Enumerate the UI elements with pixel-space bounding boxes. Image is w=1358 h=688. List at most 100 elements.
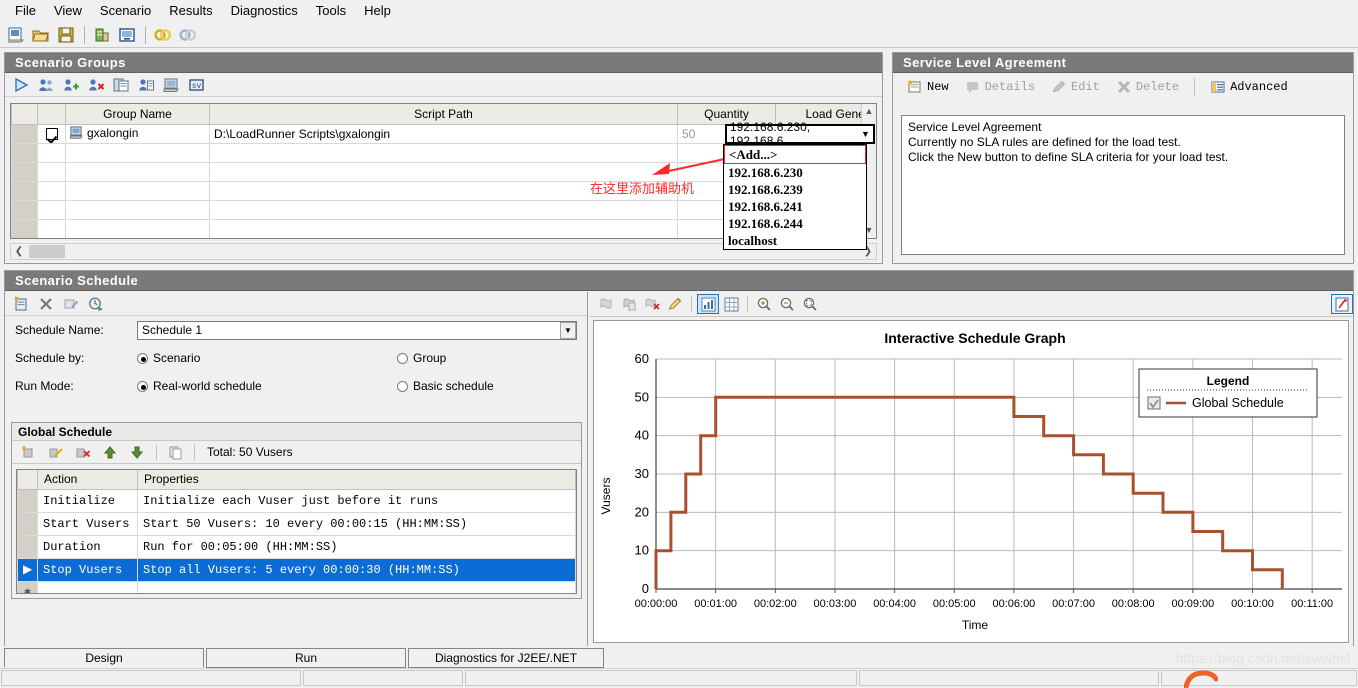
tab-run[interactable]: Run <box>206 648 406 668</box>
cell-script-path[interactable]: D:\LoadRunner Scripts\gxalongin <box>209 123 678 144</box>
scenario-groups-icon[interactable] <box>115 24 139 46</box>
vusers-icon[interactable] <box>34 74 58 96</box>
menu-item-tools[interactable]: Tools <box>307 1 355 20</box>
menu-item-results[interactable]: Results <box>160 1 221 20</box>
dropdown-option-241[interactable]: 192.168.6.241 <box>724 198 866 215</box>
copy-icon[interactable] <box>163 441 187 463</box>
properties-cell[interactable]: Start 50 Vusers: 10 every 00:00:15 (HH:M… <box>137 511 576 536</box>
paste-graph-icon[interactable] <box>618 294 640 314</box>
chevron-down-icon[interactable]: ▼ <box>560 321 576 339</box>
sla-advanced-button[interactable]: Advanced <box>1204 78 1294 96</box>
table-row[interactable]: Initialize Initialize each Vuser just be… <box>17 488 576 513</box>
remove-group-icon[interactable] <box>84 74 108 96</box>
cell-group-name[interactable] <box>65 237 210 238</box>
expand-graph-icon[interactable] <box>1331 294 1353 314</box>
row-marker-new[interactable]: ✱ <box>17 580 38 593</box>
table-row-new[interactable]: ✱ <box>17 580 576 593</box>
load-generators-combo[interactable]: 192.168.6.230, 192.168.6 ▼ <box>725 120 875 148</box>
interactive-schedule-graph[interactable]: Interactive Schedule Graph 0 10 20 30 40 50 60… <box>593 320 1349 643</box>
action-cell[interactable] <box>37 580 138 593</box>
run-icon[interactable] <box>9 74 33 96</box>
script-details-icon[interactable] <box>134 74 158 96</box>
rename-schedule-icon[interactable] <box>59 293 83 315</box>
global-schedule-grid[interactable]: Action Properties Initialize Initialize … <box>16 469 577 594</box>
delete-graph-icon[interactable] <box>641 294 663 314</box>
delete-action-icon[interactable] <box>71 441 95 463</box>
table-row[interactable]: Start Vusers Start 50 Vusers: 10 every 0… <box>17 511 576 536</box>
menu-item-help[interactable]: Help <box>355 1 400 20</box>
radio-run-mode-basic[interactable]: Basic schedule <box>397 379 494 393</box>
tab-diagnostics[interactable]: Diagnostics for J2EE/.NET <box>408 648 604 668</box>
new-scenario-icon[interactable] <box>4 24 28 46</box>
checkbox-icon[interactable] <box>45 128 58 141</box>
action-cell[interactable]: Initialize <box>37 488 138 513</box>
dropdown-option-239[interactable]: 192.168.6.239 <box>724 181 866 198</box>
zoom-out-icon[interactable] <box>776 294 798 314</box>
load-generators-icon[interactable] <box>90 24 114 46</box>
properties-cell[interactable]: Initialize each Vuser just before it run… <box>137 488 576 513</box>
gs-col-action[interactable]: Action <box>37 470 138 490</box>
radio-icon[interactable] <box>397 352 408 364</box>
properties-cell[interactable] <box>137 580 576 593</box>
cell-group-name[interactable] <box>65 180 210 201</box>
cell-script-path[interactable] <box>209 142 678 163</box>
cell-enabled[interactable] <box>37 237 66 238</box>
radio-icon[interactable] <box>137 380 148 392</box>
radio-run-mode-realworld[interactable]: Real-world schedule <box>137 379 397 393</box>
action-cell[interactable]: Duration <box>37 534 138 559</box>
row-handle[interactable] <box>11 142 38 163</box>
cell-group-name[interactable] <box>65 161 210 182</box>
scroll-left-icon[interactable]: ❮ <box>11 246 27 257</box>
row-handle[interactable] <box>11 123 38 144</box>
cell-enabled[interactable] <box>37 161 66 182</box>
scroll-up-icon[interactable]: ▲ <box>862 104 876 119</box>
load-generators-dropdown-list[interactable]: <Add...> 192.168.6.230 192.168.6.239 192… <box>723 144 867 250</box>
row-handle[interactable] <box>11 199 38 220</box>
copy-graph-icon[interactable] <box>595 294 617 314</box>
radio-icon[interactable] <box>137 352 148 364</box>
cell-enabled[interactable] <box>37 218 66 238</box>
new-schedule-icon[interactable] <box>9 293 33 315</box>
zoom-in-icon[interactable] <box>753 294 775 314</box>
menu-item-file[interactable]: File <box>6 1 45 20</box>
save-scenario-icon[interactable] <box>54 24 78 46</box>
move-down-icon[interactable] <box>125 441 149 463</box>
table-row[interactable]: Duration Run for 00:05:00 (HH:MM:SS) <box>17 534 576 559</box>
cell-group-name[interactable] <box>65 199 210 220</box>
stop-scenario-icon[interactable] <box>176 24 200 46</box>
add-group-icon[interactable] <box>59 74 83 96</box>
radio-schedule-by-group[interactable]: Group <box>397 351 446 365</box>
bar-view-icon[interactable] <box>697 294 719 314</box>
generators-icon[interactable] <box>159 74 183 96</box>
delete-schedule-icon[interactable] <box>34 293 58 315</box>
menu-item-diagnostics[interactable]: Diagnostics <box>222 1 307 20</box>
row-enabled-checkbox[interactable] <box>37 123 66 144</box>
edit-action-icon[interactable] <box>44 441 68 463</box>
cell-group-name[interactable] <box>65 218 210 238</box>
cell-script-path[interactable] <box>209 199 678 220</box>
col-group-name[interactable]: Group Name <box>65 104 210 125</box>
chart-legend[interactable]: Legend Global Schedule <box>1138 368 1318 418</box>
schedule-name-input[interactable]: Schedule 1 ▼ <box>137 320 577 340</box>
col-script-path[interactable]: Script Path <box>209 104 678 125</box>
sla-edit-button[interactable]: Edit <box>1045 78 1106 96</box>
pencil-edit-icon[interactable] <box>664 294 686 314</box>
dropdown-option-230[interactable]: 192.168.6.230 <box>724 164 866 181</box>
open-scenario-icon[interactable] <box>29 24 53 46</box>
radio-icon[interactable] <box>397 380 408 392</box>
gs-col-properties[interactable]: Properties <box>137 470 576 490</box>
menu-item-scenario[interactable]: Scenario <box>91 1 160 20</box>
tab-design[interactable]: Design <box>4 648 204 668</box>
action-cell[interactable]: Start Vusers <box>37 511 138 536</box>
grid-view-icon[interactable] <box>720 294 742 314</box>
cell-group-name[interactable]: gxalongin <box>65 123 210 144</box>
row-handle[interactable] <box>11 180 38 201</box>
cell-group-name[interactable] <box>65 142 210 163</box>
action-cell[interactable]: Stop Vusers <box>37 557 138 582</box>
row-handle[interactable] <box>11 161 38 182</box>
dropdown-option-244[interactable]: 192.168.6.244 <box>724 215 866 232</box>
add-action-icon[interactable] <box>17 441 41 463</box>
zoom-reset-icon[interactable] <box>799 294 821 314</box>
properties-cell[interactable]: Run for 00:05:00 (HH:MM:SS) <box>137 534 576 559</box>
sla-details-button[interactable]: Details <box>959 78 1041 96</box>
